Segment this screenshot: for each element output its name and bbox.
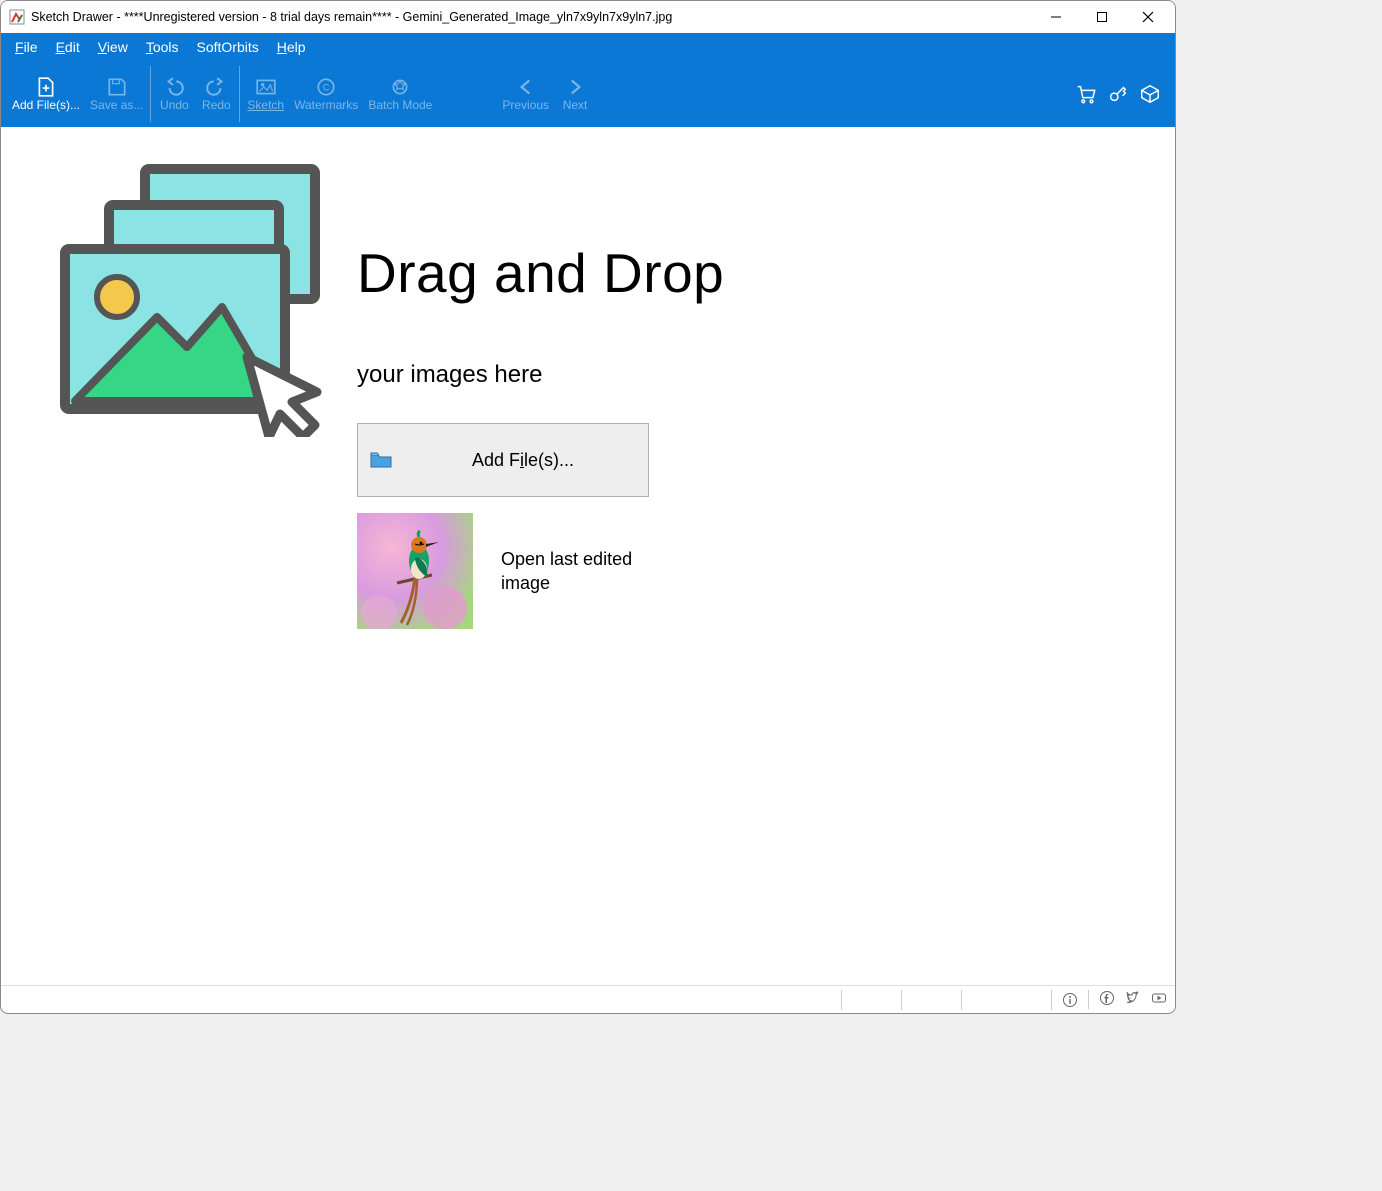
menu-view[interactable]: View <box>90 36 136 58</box>
key-icon[interactable] <box>1107 83 1129 105</box>
previous-button[interactable]: Previous <box>497 63 554 125</box>
app-icon <box>9 9 25 25</box>
drag-drop-heading: Drag and Drop <box>357 241 724 305</box>
add-files-button[interactable]: Add File(s)... <box>7 63 85 125</box>
undo-icon <box>163 77 185 97</box>
main-area[interactable]: Drag and Drop your images here Add File(… <box>1 127 1175 985</box>
next-icon <box>564 77 586 97</box>
menu-file[interactable]: File <box>7 36 46 58</box>
status-seg-2 <box>901 990 961 1010</box>
next-button[interactable]: Next <box>554 63 596 125</box>
redo-icon <box>205 77 227 97</box>
previous-icon <box>515 77 537 97</box>
window-title: Sketch Drawer - ****Unregistered version… <box>31 10 672 24</box>
toolbar: Add File(s)... Save as... Undo Redo Sket… <box>1 61 1175 127</box>
minimize-button[interactable] <box>1033 1 1079 33</box>
twitter-icon[interactable] <box>1125 990 1141 1009</box>
svg-text:C: C <box>323 82 330 92</box>
drag-drop-illustration <box>47 157 327 437</box>
batch-mode-label: Batch Mode <box>368 99 432 112</box>
add-files-label: Add File(s)... <box>12 99 80 112</box>
sketch-button[interactable]: Sketch <box>242 63 289 125</box>
watermarks-button[interactable]: C Watermarks <box>289 63 363 125</box>
add-files-main-label: Add File(s)... <box>472 450 574 471</box>
last-edited-thumbnail <box>357 513 473 629</box>
cart-icon[interactable] <box>1075 83 1097 105</box>
watermarks-label: Watermarks <box>294 99 358 112</box>
previous-label: Previous <box>502 99 549 112</box>
status-seg-1 <box>841 990 901 1010</box>
titlebar: Sketch Drawer - ****Unregistered version… <box>1 1 1175 33</box>
open-last-edited-label: Open last edited image <box>501 547 661 595</box>
next-label: Next <box>563 99 588 112</box>
status-seg-3 <box>961 990 1051 1010</box>
sketch-icon <box>255 77 277 97</box>
open-last-edited[interactable]: Open last edited image <box>357 513 724 629</box>
status-info[interactable] <box>1051 990 1088 1010</box>
undo-button[interactable]: Undo <box>153 63 195 125</box>
save-icon <box>106 77 128 97</box>
add-file-icon <box>35 77 57 97</box>
batch-mode-icon <box>389 77 411 97</box>
menu-edit[interactable]: Edit <box>48 36 88 58</box>
menu-tools[interactable]: Tools <box>138 36 187 58</box>
close-button[interactable] <box>1125 1 1171 33</box>
info-icon <box>1062 992 1078 1008</box>
folder-icon <box>370 451 392 469</box>
batch-mode-button[interactable]: Batch Mode <box>363 63 437 125</box>
facebook-icon[interactable] <box>1099 990 1115 1009</box>
save-as-button[interactable]: Save as... <box>85 63 148 125</box>
package-icon[interactable] <box>1139 83 1161 105</box>
sketch-label: Sketch <box>247 99 284 112</box>
youtube-icon[interactable] <box>1151 990 1167 1009</box>
add-files-main-button[interactable]: Add File(s)... <box>357 423 649 497</box>
menubar: File Edit View Tools SoftOrbits Help <box>1 33 1175 61</box>
drag-drop-subheading: your images here <box>357 361 724 389</box>
app-window: Sketch Drawer - ****Unregistered version… <box>0 0 1176 1014</box>
menu-softorbits[interactable]: SoftOrbits <box>189 36 267 58</box>
statusbar <box>1 985 1175 1013</box>
save-as-label: Save as... <box>90 99 143 112</box>
redo-label: Redo <box>202 99 231 112</box>
menu-help[interactable]: Help <box>269 36 314 58</box>
watermarks-icon: C <box>315 77 337 97</box>
undo-label: Undo <box>160 99 189 112</box>
maximize-button[interactable] <box>1079 1 1125 33</box>
redo-button[interactable]: Redo <box>195 63 237 125</box>
